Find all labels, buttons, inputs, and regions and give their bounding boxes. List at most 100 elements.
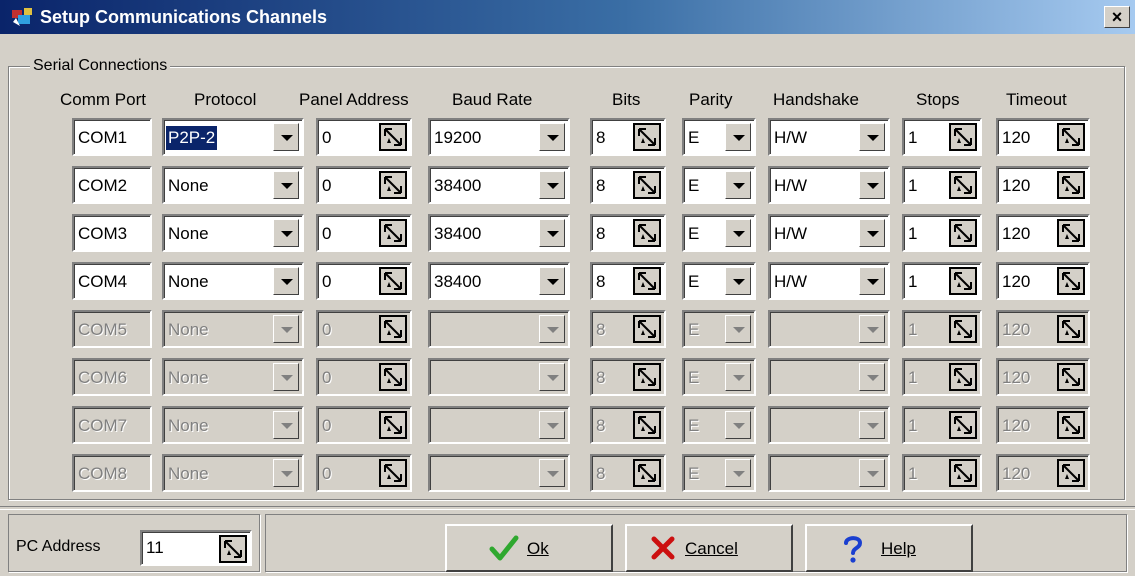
chevron-down-icon[interactable] bbox=[725, 219, 751, 247]
spin-button[interactable] bbox=[379, 315, 407, 343]
chevron-down-icon[interactable] bbox=[273, 267, 299, 295]
timeout-spinner[interactable]: 120 bbox=[996, 118, 1090, 156]
spin-button[interactable] bbox=[633, 219, 661, 247]
comm-port-field[interactable]: COM2 bbox=[72, 166, 152, 204]
spin-button[interactable] bbox=[379, 459, 407, 487]
spin-button[interactable] bbox=[379, 363, 407, 391]
spin-arrows-icon bbox=[1062, 272, 1080, 290]
handshake-dropdown[interactable]: H/W bbox=[768, 166, 890, 204]
help-button[interactable]: Help bbox=[805, 524, 973, 572]
spin-button[interactable] bbox=[1057, 459, 1085, 487]
chevron-down-icon[interactable] bbox=[539, 219, 565, 247]
stops-spinner: 1 bbox=[902, 454, 982, 492]
cancel-button[interactable]: Cancel bbox=[625, 524, 793, 572]
handshake-dropdown bbox=[768, 358, 890, 396]
protocol-dropdown[interactable]: P2P-2 bbox=[162, 118, 304, 156]
protocol-dropdown[interactable]: None bbox=[162, 262, 304, 300]
spin-button[interactable] bbox=[949, 123, 977, 151]
bits-spinner[interactable]: 8 bbox=[590, 166, 666, 204]
spin-button[interactable] bbox=[379, 171, 407, 199]
panel-address-spinner[interactable]: 0 bbox=[316, 214, 412, 252]
spin-button[interactable] bbox=[1057, 123, 1085, 151]
panel-address-spinner[interactable]: 0 bbox=[316, 118, 412, 156]
spin-button[interactable] bbox=[949, 411, 977, 439]
chevron-down-icon[interactable] bbox=[539, 267, 565, 295]
chevron-down-icon[interactable] bbox=[273, 219, 299, 247]
spin-button[interactable] bbox=[379, 411, 407, 439]
stops-spinner[interactable]: 1 bbox=[902, 166, 982, 204]
chevron-down-icon[interactable] bbox=[273, 123, 299, 151]
spin-button[interactable] bbox=[633, 411, 661, 439]
spin-button[interactable] bbox=[1057, 219, 1085, 247]
handshake-dropdown[interactable]: H/W bbox=[768, 262, 890, 300]
spin-button[interactable] bbox=[633, 459, 661, 487]
panel-address-spinner[interactable]: 0 bbox=[316, 262, 412, 300]
bits-spinner[interactable]: 8 bbox=[590, 262, 666, 300]
handshake-dropdown[interactable]: H/W bbox=[768, 118, 890, 156]
spin-button[interactable] bbox=[1057, 363, 1085, 391]
spin-button[interactable] bbox=[633, 363, 661, 391]
baud-rate-dropdown[interactable]: 38400 bbox=[428, 166, 570, 204]
pc-address-spinner[interactable]: 11 bbox=[140, 530, 252, 566]
spin-button[interactable] bbox=[633, 315, 661, 343]
chevron-down-icon[interactable] bbox=[859, 219, 885, 247]
stops-spinner[interactable]: 1 bbox=[902, 262, 982, 300]
header-comm-port: Comm Port bbox=[60, 90, 146, 109]
spin-button[interactable] bbox=[949, 459, 977, 487]
spin-button[interactable] bbox=[379, 219, 407, 247]
chevron-down-icon[interactable] bbox=[273, 171, 299, 199]
comm-port-field[interactable]: COM1 bbox=[72, 118, 152, 156]
spin-button[interactable] bbox=[1057, 171, 1085, 199]
app-icon bbox=[12, 8, 32, 26]
stops-spinner[interactable]: 1 bbox=[902, 118, 982, 156]
panel-address-spinner[interactable]: 0 bbox=[316, 166, 412, 204]
chevron-down-icon[interactable] bbox=[539, 171, 565, 199]
spin-button[interactable] bbox=[949, 363, 977, 391]
spin-button[interactable] bbox=[949, 171, 977, 199]
spin-button[interactable] bbox=[949, 219, 977, 247]
timeout-spinner[interactable]: 120 bbox=[996, 262, 1090, 300]
chevron-down-icon[interactable] bbox=[859, 123, 885, 151]
baud-rate-dropdown[interactable]: 38400 bbox=[428, 262, 570, 300]
timeout-spinner[interactable]: 120 bbox=[996, 214, 1090, 252]
parity-dropdown[interactable]: E bbox=[682, 166, 756, 204]
spin-button[interactable] bbox=[1057, 411, 1085, 439]
baud-value: 38400 bbox=[434, 272, 482, 291]
chevron-down-icon[interactable] bbox=[859, 267, 885, 295]
chevron-down-icon[interactable] bbox=[725, 171, 751, 199]
bits-spinner[interactable]: 8 bbox=[590, 118, 666, 156]
spin-button[interactable] bbox=[633, 171, 661, 199]
spin-arrows-icon bbox=[384, 224, 402, 242]
handshake-value: H/W bbox=[774, 176, 808, 195]
bits-spinner[interactable]: 8 bbox=[590, 214, 666, 252]
spin-button[interactable] bbox=[1057, 267, 1085, 295]
spin-button[interactable] bbox=[633, 123, 661, 151]
port-value: COM7 bbox=[78, 416, 128, 435]
spin-button[interactable] bbox=[633, 267, 661, 295]
chevron-down-icon[interactable] bbox=[859, 171, 885, 199]
chevron-down-icon[interactable] bbox=[725, 267, 751, 295]
parity-dropdown[interactable]: E bbox=[682, 118, 756, 156]
comm-port-field[interactable]: COM4 bbox=[72, 262, 152, 300]
spin-button[interactable] bbox=[379, 123, 407, 151]
pc-address-spin-button[interactable] bbox=[219, 535, 247, 563]
chevron-down-icon[interactable] bbox=[539, 123, 565, 151]
spin-button[interactable] bbox=[379, 267, 407, 295]
comm-port-field[interactable]: COM3 bbox=[72, 214, 152, 252]
spin-button[interactable] bbox=[1057, 315, 1085, 343]
baud-rate-dropdown[interactable]: 19200 bbox=[428, 118, 570, 156]
chevron-down-icon[interactable] bbox=[725, 123, 751, 151]
ok-button[interactable]: Ok bbox=[445, 524, 613, 572]
protocol-dropdown[interactable]: None bbox=[162, 214, 304, 252]
close-button[interactable]: × bbox=[1104, 6, 1130, 28]
parity-dropdown[interactable]: E bbox=[682, 214, 756, 252]
address-value: 0 bbox=[322, 320, 332, 339]
parity-dropdown[interactable]: E bbox=[682, 262, 756, 300]
baud-rate-dropdown[interactable]: 38400 bbox=[428, 214, 570, 252]
spin-button[interactable] bbox=[949, 315, 977, 343]
spin-button[interactable] bbox=[949, 267, 977, 295]
protocol-dropdown[interactable]: None bbox=[162, 166, 304, 204]
stops-spinner[interactable]: 1 bbox=[902, 214, 982, 252]
handshake-dropdown[interactable]: H/W bbox=[768, 214, 890, 252]
timeout-spinner[interactable]: 120 bbox=[996, 166, 1090, 204]
